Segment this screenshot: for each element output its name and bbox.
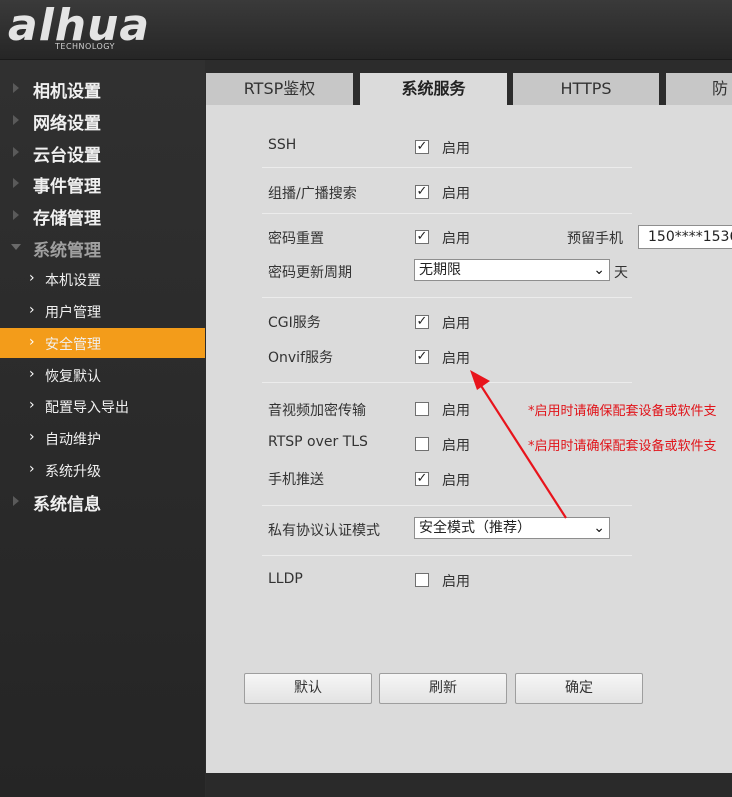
annotation-arrow-icon xyxy=(470,370,567,519)
footer-bar xyxy=(206,773,732,797)
